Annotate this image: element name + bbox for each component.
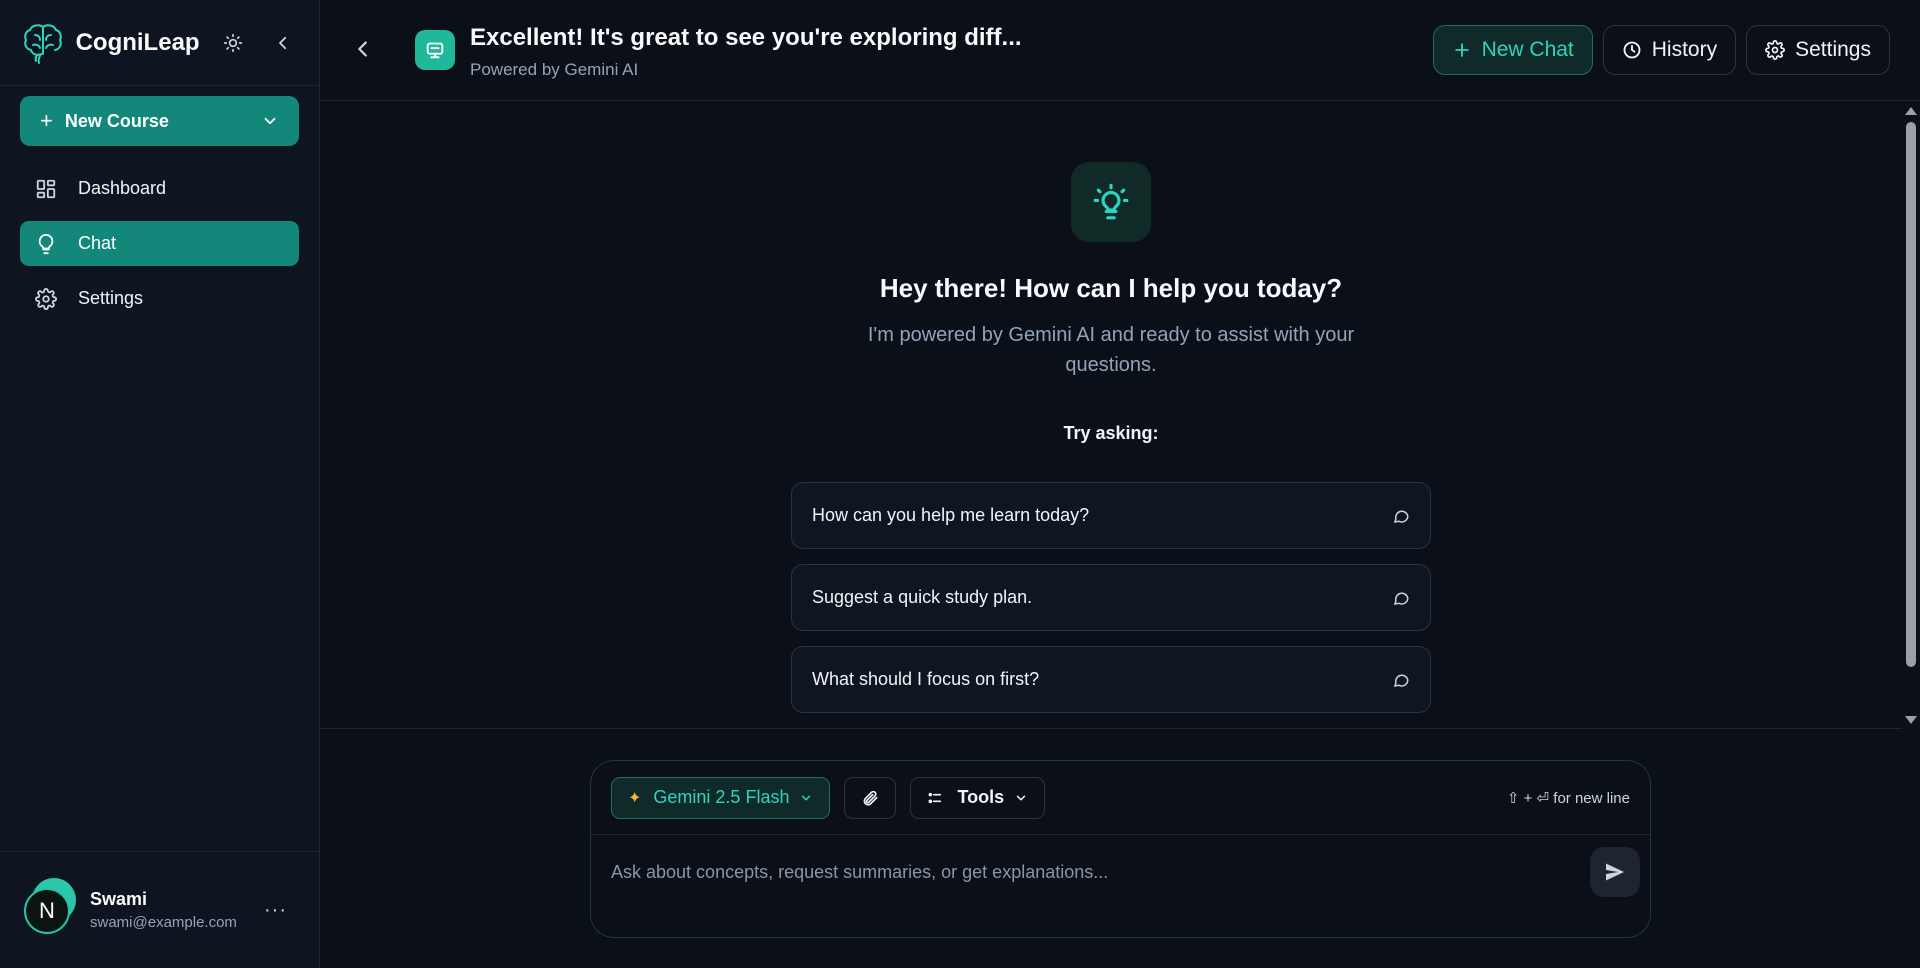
chat-title: Excellent! It's great to see you're expl… bbox=[470, 24, 1022, 51]
sidebar-item-label: Dashboard bbox=[78, 178, 167, 198]
user-email: swami@example.com bbox=[90, 914, 237, 931]
theme-toggle-sun-icon[interactable] bbox=[218, 27, 250, 59]
try-asking-label: Try asking: bbox=[1063, 423, 1159, 443]
send-button[interactable] bbox=[1590, 847, 1640, 897]
new-chat-button[interactable]: New Chat bbox=[1432, 25, 1593, 75]
clock-icon bbox=[1622, 40, 1642, 60]
send-paper-plane-icon bbox=[1606, 863, 1624, 881]
chat-bot-icon bbox=[415, 30, 455, 70]
avatar[interactable]: N bbox=[24, 878, 76, 936]
main-panel: Excellent! It's great to see you're expl… bbox=[320, 0, 1920, 968]
chat-subtitle: Powered by Gemini AI bbox=[470, 60, 639, 79]
model-selector-button[interactable]: ✦ Gemini 2.5 Flash bbox=[611, 776, 831, 819]
sidebar-item-chat[interactable]: Chat bbox=[20, 221, 299, 266]
suggestion-text: How can you help me learn today? bbox=[812, 505, 1090, 525]
sidebar-item-label: Chat bbox=[78, 233, 117, 253]
attach-paperclip-icon[interactable] bbox=[844, 776, 897, 819]
history-button[interactable]: History bbox=[1602, 25, 1737, 75]
suggestion-item[interactable]: How can you help me learn today? bbox=[791, 482, 1431, 549]
scrollbar[interactable] bbox=[1902, 102, 1920, 729]
tools-list-icon bbox=[927, 790, 943, 806]
message-bubble-icon bbox=[1392, 507, 1410, 525]
message-composer: ✦ Gemini 2.5 Flash Tools ⇧ + ⏎ for new l… bbox=[590, 760, 1651, 938]
brand-bar: CogniLeap bbox=[0, 0, 319, 86]
sidebar: CogniLeap + New Course Dashboard Chat Se… bbox=[0, 0, 320, 968]
brain-logo-icon bbox=[20, 20, 66, 66]
scroll-down-arrow-icon[interactable] bbox=[1905, 716, 1917, 724]
plus-icon: + bbox=[40, 108, 53, 133]
chevron-down-icon bbox=[261, 112, 279, 130]
back-chevron-left-icon[interactable] bbox=[348, 34, 378, 64]
app-name: CogniLeap bbox=[75, 28, 200, 56]
message-bubble-icon bbox=[1392, 671, 1410, 689]
composer-toolbar: ✦ Gemini 2.5 Flash Tools ⇧ + ⏎ for new l… bbox=[591, 761, 1650, 835]
chat-titles: Excellent! It's great to see you're expl… bbox=[470, 24, 1022, 80]
suggestion-item[interactable]: Suggest a quick study plan. bbox=[791, 564, 1431, 631]
model-label: Gemini 2.5 Flash bbox=[653, 787, 790, 807]
scroll-up-arrow-icon[interactable] bbox=[1905, 107, 1917, 115]
suggestion-text: What should I focus on first? bbox=[812, 669, 1040, 689]
user-name: Swami bbox=[90, 889, 148, 909]
new-course-label: New Course bbox=[64, 110, 169, 131]
message-bubble-icon bbox=[1392, 589, 1410, 607]
chat-header: Excellent! It's great to see you're expl… bbox=[320, 0, 1920, 101]
chevron-down-icon bbox=[1014, 791, 1028, 805]
history-label: History bbox=[1651, 38, 1718, 61]
chat-messages-area: Hey there! How can I help you today? I'm… bbox=[320, 102, 1920, 729]
sidebar-item-dashboard[interactable]: Dashboard bbox=[20, 166, 299, 211]
sidebar-item-label: Settings bbox=[78, 288, 144, 308]
welcome-title: Hey there! How can I help you today? bbox=[879, 273, 1343, 303]
user-profile[interactable]: N Swami swami@example.com ··· bbox=[0, 851, 319, 968]
sidebar-item-settings[interactable]: Settings bbox=[20, 276, 299, 321]
chevron-down-icon bbox=[799, 791, 813, 805]
lightbulb-hero-icon bbox=[1071, 162, 1151, 242]
user-info: Swami swami@example.com bbox=[90, 889, 237, 931]
welcome-subtitle: I'm powered by Gemini AI and ready to as… bbox=[867, 324, 1355, 376]
tools-button[interactable]: Tools bbox=[910, 776, 1046, 819]
header-actions: New Chat History Settings bbox=[1432, 25, 1890, 75]
new-chat-label: New Chat bbox=[1481, 38, 1574, 61]
tools-label: Tools bbox=[957, 787, 1005, 807]
more-options-icon[interactable]: ··· bbox=[264, 899, 287, 922]
settings-button[interactable]: Settings bbox=[1746, 25, 1890, 75]
suggestion-list: How can you help me learn today? Suggest… bbox=[791, 482, 1431, 728]
scrollbar-thumb[interactable] bbox=[1906, 122, 1916, 667]
suggestion-item[interactable]: What should I focus on first? bbox=[791, 646, 1431, 713]
sparkle-icon: ✦ bbox=[628, 789, 642, 807]
gear-icon bbox=[34, 287, 58, 311]
dashboard-icon bbox=[34, 177, 58, 201]
plus-icon bbox=[1452, 40, 1472, 60]
newline-hint: ⇧ + ⏎ for new line bbox=[1506, 789, 1630, 807]
new-course-button[interactable]: + New Course bbox=[20, 96, 299, 146]
collapse-sidebar-chevron-left-icon[interactable] bbox=[267, 27, 299, 59]
app-root: CogniLeap + New Course Dashboard Chat Se… bbox=[0, 0, 1920, 968]
lightbulb-icon bbox=[34, 232, 58, 256]
suggestion-text: Suggest a quick study plan. bbox=[812, 587, 1033, 607]
settings-label: Settings bbox=[1795, 38, 1871, 61]
avatar-initial: N bbox=[24, 888, 70, 934]
gear-icon bbox=[1765, 40, 1786, 60]
sidebar-nav: Dashboard Chat Settings bbox=[20, 166, 299, 331]
chat-input[interactable] bbox=[611, 857, 1571, 887]
